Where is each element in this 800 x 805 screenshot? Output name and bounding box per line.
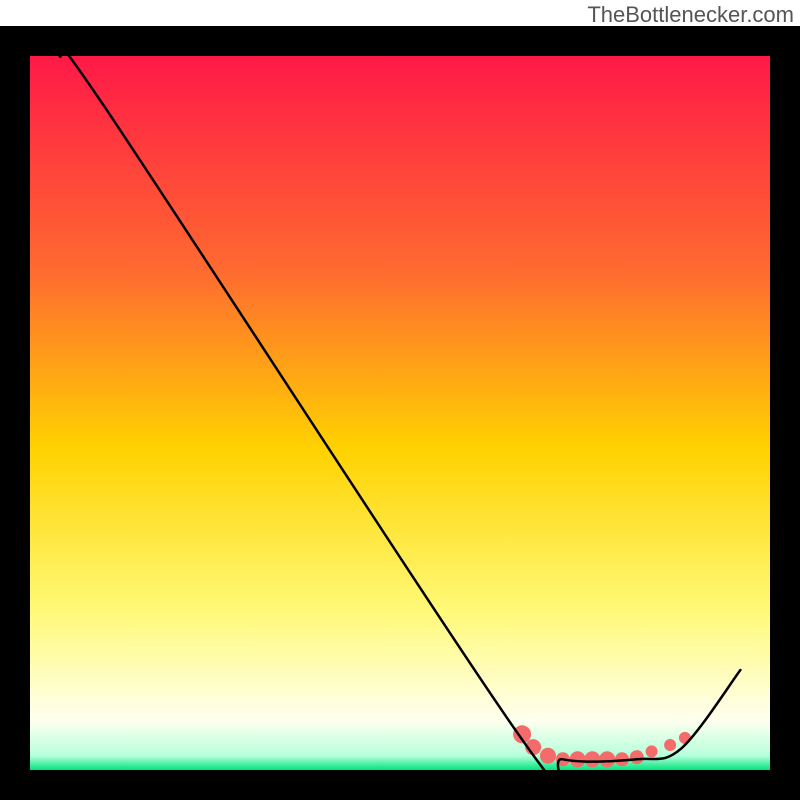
chart-plot <box>0 26 800 800</box>
watermark-text: TheBottlenecker.com <box>587 2 794 28</box>
chart-svg <box>0 26 800 800</box>
chart-frame: TheBottlenecker.com <box>0 0 800 800</box>
